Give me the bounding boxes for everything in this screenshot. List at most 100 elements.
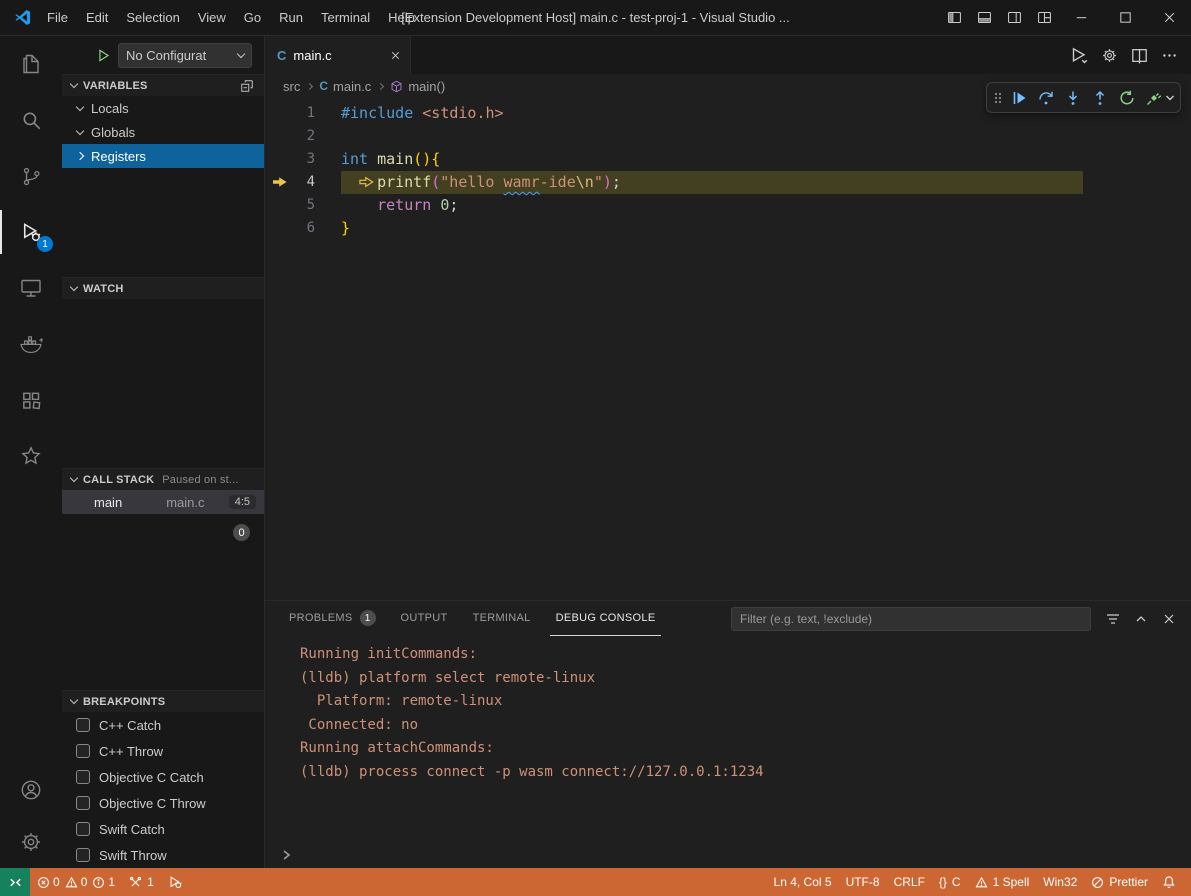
debug-console-output[interactable]: Running initCommands:(lldb) platform sel…: [265, 636, 1191, 868]
stack-frame-name: main: [94, 495, 122, 510]
debug-config-dropdown[interactable]: No Configurat: [118, 43, 252, 68]
menu-file[interactable]: File: [38, 0, 77, 35]
step-out-button[interactable]: [1086, 84, 1113, 111]
collapse-all-icon[interactable]: [240, 79, 254, 93]
breakpoint-c-catch[interactable]: C++ Catch: [62, 712, 264, 738]
variables-item-globals[interactable]: Globals: [62, 120, 264, 144]
toggle-sidebar-icon[interactable]: [939, 0, 969, 35]
breakpoint-objective-c-catch[interactable]: Objective C Catch: [62, 764, 264, 790]
menu-run[interactable]: Run: [270, 0, 312, 35]
step-into-button[interactable]: [1059, 84, 1086, 111]
status-prettier[interactable]: Prettier: [1084, 868, 1155, 896]
call-stack-section-header[interactable]: CALL STACK Paused on st...: [62, 468, 264, 490]
watch-section-header[interactable]: WATCH: [62, 277, 264, 299]
activity-docker-icon[interactable]: [0, 316, 62, 372]
status-language-mode[interactable]: {}C: [932, 868, 968, 896]
panel-tab-debug-console[interactable]: DEBUG CONSOLE: [550, 601, 662, 636]
toolchain-settings-button[interactable]: [1095, 41, 1123, 69]
breadcrumb-symbol[interactable]: main(): [408, 79, 445, 94]
variables-section-header[interactable]: VARIABLES: [62, 74, 264, 96]
toggle-secondary-sidebar-icon[interactable]: [999, 0, 1029, 35]
minimize-button[interactable]: [1059, 0, 1103, 35]
panel-tab-problems[interactable]: PROBLEMS1: [283, 601, 382, 636]
breakpoint-checkbox[interactable]: [76, 770, 90, 784]
maximize-button[interactable]: [1103, 0, 1147, 35]
status-cursor-position[interactable]: Ln 4, Col 5: [767, 868, 839, 896]
activity-extensions-icon[interactable]: [0, 372, 62, 428]
tab-close-icon[interactable]: [389, 49, 402, 62]
menu-edit[interactable]: Edit: [77, 0, 117, 35]
drag-grip-button[interactable]: [990, 84, 1005, 111]
run-file-button[interactable]: [1065, 41, 1093, 69]
activity-account-icon[interactable]: [0, 764, 62, 816]
activity-settings-icon[interactable]: [0, 816, 62, 868]
gutter-padding: [315, 102, 341, 125]
breakpoint-checkbox[interactable]: [76, 796, 90, 810]
breakpoint-label: C++ Catch: [99, 718, 161, 733]
close-button[interactable]: [1147, 0, 1191, 35]
breakpoint-checkbox[interactable]: [76, 744, 90, 758]
breakpoint-c-throw[interactable]: C++ Throw: [62, 738, 264, 764]
breadcrumb-folder[interactable]: src: [283, 79, 300, 94]
breakpoint-checkbox[interactable]: [76, 718, 90, 732]
activity-run-debug-icon[interactable]: 1: [0, 204, 62, 260]
tab-main-c[interactable]: C main.c: [265, 36, 411, 74]
problems-status[interactable]: 0 0 1: [30, 868, 122, 896]
menu-go[interactable]: Go: [235, 0, 270, 35]
status-eol[interactable]: CRLF: [887, 868, 932, 896]
status-spell-status[interactable]: 1 Spell: [968, 868, 1037, 896]
restart-button[interactable]: [1113, 84, 1140, 111]
console-filter-input[interactable]: [731, 607, 1091, 631]
menu-help[interactable]: Help: [379, 0, 424, 35]
breadcrumb-file[interactable]: main.c: [333, 79, 371, 94]
customize-layout-icon[interactable]: [1029, 0, 1059, 35]
variables-item-locals[interactable]: Locals: [62, 96, 264, 120]
debug-status[interactable]: [161, 868, 189, 896]
console-line: (lldb) process connect -p wasm connect:/…: [300, 761, 1191, 785]
console-prompt-icon[interactable]: [280, 849, 292, 861]
activity-source-control-icon[interactable]: [0, 148, 62, 204]
call-stack-body: main main.c 4:5 0: [62, 490, 264, 556]
breakpoint-objective-c-throw[interactable]: Objective C Throw: [62, 790, 264, 816]
activity-search-icon[interactable]: [0, 92, 62, 148]
status-encoding[interactable]: UTF-8: [839, 868, 887, 896]
stack-frame-location-badge: 4:5: [229, 495, 256, 509]
menu-selection[interactable]: Selection: [117, 0, 188, 35]
tools-status[interactable]: 1: [122, 868, 161, 896]
more-actions-button[interactable]: [1155, 41, 1183, 69]
stack-frame-row[interactable]: main main.c 4:5: [62, 490, 264, 514]
split-editor-button[interactable]: [1125, 41, 1153, 69]
maximize-panel-icon[interactable]: [1129, 607, 1153, 631]
activity-remote-explorer-icon[interactable]: [0, 260, 62, 316]
editor-group: C main.c src C main.c main() 1#include <…: [265, 36, 1191, 868]
close-panel-icon[interactable]: [1157, 607, 1181, 631]
breakpoint-checkbox[interactable]: [76, 848, 90, 862]
activity-top: 1: [0, 36, 62, 484]
braces-icon: {}: [939, 875, 947, 889]
menu-view[interactable]: View: [189, 0, 235, 35]
status-platform[interactable]: Win32: [1036, 868, 1084, 896]
tools-count: 1: [147, 875, 154, 889]
menu-terminal[interactable]: Terminal: [312, 0, 379, 35]
filter-lines-icon[interactable]: [1101, 607, 1125, 631]
continue-button[interactable]: [1005, 84, 1032, 111]
panel-tab-output[interactable]: OUTPUT: [395, 601, 454, 636]
start-debug-icon[interactable]: [96, 48, 111, 63]
code-editor[interactable]: 1#include <stdio.h>23int main(){4 printf…: [265, 98, 1191, 600]
session-chevron-button[interactable]: [1162, 84, 1177, 111]
remote-indicator[interactable]: [0, 868, 30, 896]
step-over-button[interactable]: [1032, 84, 1059, 111]
breakpoint-swift-throw[interactable]: Swift Throw: [62, 842, 264, 868]
toggle-panel-icon[interactable]: [969, 0, 999, 35]
breakpoint-checkbox[interactable]: [76, 822, 90, 836]
call-stack-status: Paused on st...: [162, 474, 238, 486]
status-notifications[interactable]: [1155, 868, 1183, 896]
remote-icon: [8, 875, 23, 890]
breakpoint-swift-catch[interactable]: Swift Catch: [62, 816, 264, 842]
variables-item-registers[interactable]: Registers: [62, 144, 264, 168]
activity-wamr-ide-icon[interactable]: [0, 428, 62, 484]
panel-tab-terminal[interactable]: TERMINAL: [467, 601, 537, 636]
bottom-panel: PROBLEMS1 OUTPUT TERMINAL DEBUG CONSOLE Run…: [265, 600, 1191, 868]
breakpoints-section-header[interactable]: BREAKPOINTS: [62, 690, 264, 712]
activity-explorer-icon[interactable]: [0, 36, 62, 92]
